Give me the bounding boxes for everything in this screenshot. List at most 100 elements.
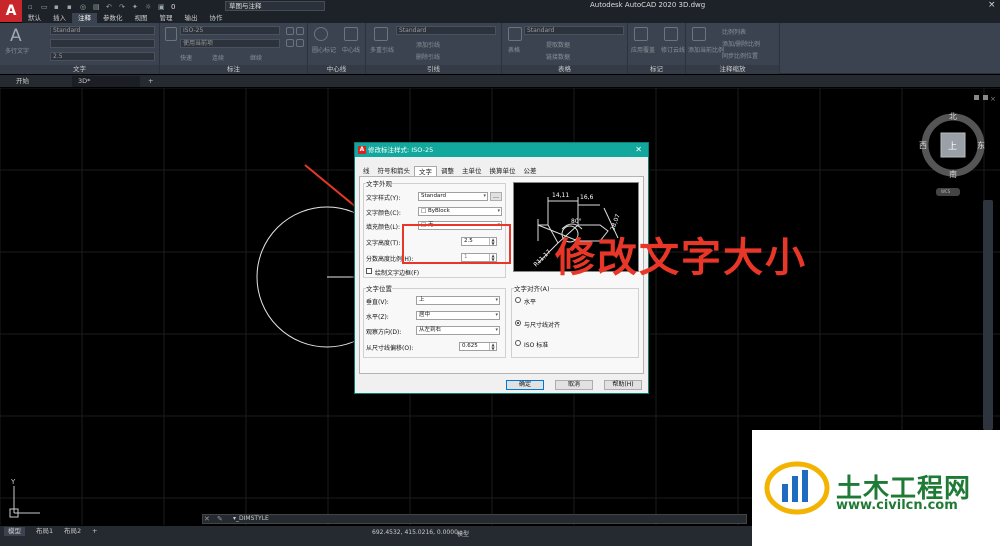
dim-tool-icon[interactable]: [296, 39, 304, 47]
text-color-select[interactable]: □ ByBlock ▾: [418, 207, 502, 216]
tab-primary-units[interactable]: 主单位: [458, 166, 486, 176]
dimension-icon[interactable]: [165, 27, 177, 41]
tab-symbols-arrows[interactable]: 符号和箭头: [374, 166, 415, 176]
command-line[interactable]: ▾_DIMSTYLE: [202, 514, 747, 524]
tab-collaborate[interactable]: 协作: [204, 13, 229, 23]
save-as-icon[interactable]: ▪: [67, 3, 74, 11]
table-button[interactable]: 表格: [508, 45, 520, 54]
tab-manage[interactable]: 管理: [154, 13, 179, 23]
centerline-icon[interactable]: [344, 27, 358, 41]
tab-text[interactable]: 文字: [414, 166, 437, 176]
apply-overlay-button[interactable]: 应用覆盖: [631, 45, 655, 54]
table-style-dropdown[interactable]: Standard: [524, 26, 624, 35]
markup-panel-label[interactable]: 标记: [628, 65, 685, 74]
layer-name[interactable]: 0: [171, 3, 175, 11]
tab-tolerances[interactable]: 公差: [520, 166, 541, 176]
tab-output[interactable]: 输出: [179, 13, 204, 23]
dim-layer-dropdown[interactable]: 使用当前项: [180, 39, 280, 48]
open-file-icon[interactable]: ▭: [41, 3, 48, 11]
command-settings-icon[interactable]: ✎: [217, 515, 223, 523]
tab-home[interactable]: 默认: [22, 13, 47, 23]
offset-spinner-icon[interactable]: ▲ ▼: [489, 343, 496, 350]
multiline-text-button[interactable]: 多行文字: [5, 46, 29, 55]
centerline-button[interactable]: 中心线: [342, 45, 360, 54]
remove-leader-button[interactable]: 删除引线: [416, 52, 440, 61]
center-mark-button[interactable]: 圆心标记: [312, 45, 336, 54]
leader-style-dropdown[interactable]: Standard: [396, 26, 496, 35]
new-tab-button[interactable]: +: [142, 76, 154, 87]
compass-north[interactable]: 北: [949, 111, 957, 122]
web-icon[interactable]: ◎: [80, 3, 87, 11]
align-with-dim-line-radio[interactable]: [515, 320, 521, 326]
horizontal-select[interactable]: 居中 ▾: [416, 311, 500, 320]
undo-icon[interactable]: ↶: [106, 3, 113, 11]
scale-list-button[interactable]: 比例列表: [722, 27, 746, 36]
multiline-text-icon[interactable]: A: [10, 26, 22, 46]
tab-lines[interactable]: 线: [359, 166, 374, 176]
dim-baseline-button[interactable]: 继续: [250, 53, 262, 62]
link-data-button[interactable]: 链接数据: [546, 52, 570, 61]
model-space-toggle[interactable]: 模型: [457, 529, 469, 538]
dialog-close-icon[interactable]: ✕: [635, 143, 642, 157]
revcloud-icon[interactable]: [664, 27, 678, 41]
revcloud-button[interactable]: 修订云线: [661, 45, 685, 54]
tab-annotate[interactable]: 注释: [72, 13, 97, 23]
draw-frame-checkbox[interactable]: [366, 268, 372, 274]
tab-3d-drawing[interactable]: 3D*: [72, 76, 140, 87]
text-find-field[interactable]: [50, 39, 155, 48]
layout-tab-model[interactable]: 模型: [4, 527, 25, 536]
ok-button[interactable]: 确定: [506, 380, 544, 390]
help-button[interactable]: 帮助(H): [604, 380, 642, 390]
viewport-close-icon[interactable]: ×: [990, 95, 996, 103]
dim-tool-icon[interactable]: [286, 39, 294, 47]
new-file-icon[interactable]: ▫: [28, 3, 35, 11]
offset-input[interactable]: 0.625 ▲ ▼: [459, 342, 497, 351]
add-delete-scale-button[interactable]: 添加/删除比例: [722, 39, 760, 48]
viewport-maximize-icon[interactable]: [983, 95, 988, 100]
tab-parametric[interactable]: 参数化: [97, 13, 129, 23]
dim-quick-button[interactable]: 快速: [180, 53, 192, 62]
sync-scale-button[interactable]: 同步比例位置: [722, 51, 758, 60]
compass-west[interactable]: 西: [919, 140, 927, 151]
tab-alternate-units[interactable]: 换算单位: [486, 166, 520, 176]
viewport-restore-icon[interactable]: [974, 95, 979, 100]
text-style-browse-button[interactable]: …: [490, 192, 502, 201]
print-icon[interactable]: ▤: [93, 3, 100, 11]
multileader-button[interactable]: 多重引线: [370, 45, 394, 54]
dim-tool-icon[interactable]: [296, 27, 304, 35]
dim-tool-icon[interactable]: [286, 27, 294, 35]
navigation-bar[interactable]: [983, 200, 993, 430]
layout-tab-1[interactable]: 布局1: [32, 527, 57, 536]
dimension-panel-label[interactable]: 标注: [160, 65, 307, 74]
cancel-button[interactable]: 取消: [555, 380, 593, 390]
text-style-dropdown[interactable]: Standard: [50, 26, 155, 35]
view-direction-select[interactable]: 从左到右 ▾: [416, 326, 500, 335]
wcs-menu[interactable]: WCS: [941, 189, 950, 194]
tab-view[interactable]: 视图: [129, 13, 154, 23]
tab-fit[interactable]: 调整: [437, 166, 458, 176]
multileader-icon[interactable]: [374, 27, 388, 41]
align-horizontal-radio[interactable]: [515, 297, 521, 303]
scale-panel-label[interactable]: 注释缩放: [686, 65, 779, 74]
layout-tab-2[interactable]: 布局2: [60, 527, 85, 536]
leader-panel-label[interactable]: 引线: [366, 65, 501, 74]
tab-start[interactable]: 开始: [10, 76, 70, 87]
extract-data-button[interactable]: 提取数据: [546, 40, 570, 49]
text-style-select[interactable]: Standard ▾: [418, 192, 488, 201]
add-leader-button[interactable]: 添加引线: [416, 40, 440, 49]
vertical-select[interactable]: 上 ▾: [416, 296, 500, 305]
markup-overlay-icon[interactable]: [634, 27, 648, 41]
align-iso-radio[interactable]: [515, 340, 521, 346]
table-panel-label[interactable]: 表格: [502, 65, 627, 74]
redo-icon[interactable]: ↷: [119, 3, 126, 11]
add-current-scale-button[interactable]: 添加当前比例: [688, 45, 724, 54]
viewcube[interactable]: 北 南 东 西 上 WCS: [918, 108, 992, 198]
lock-icon[interactable]: ▣: [158, 3, 165, 11]
dim-continue-button[interactable]: 连续: [212, 53, 224, 62]
add-layout-button[interactable]: +: [88, 527, 101, 536]
centerline-panel-label[interactable]: 中心线: [308, 65, 365, 74]
text-height-dropdown[interactable]: 2.5: [50, 52, 155, 61]
compass-south[interactable]: 南: [949, 169, 957, 180]
save-icon[interactable]: ▪: [54, 3, 61, 11]
tab-insert[interactable]: 插入: [47, 13, 72, 23]
